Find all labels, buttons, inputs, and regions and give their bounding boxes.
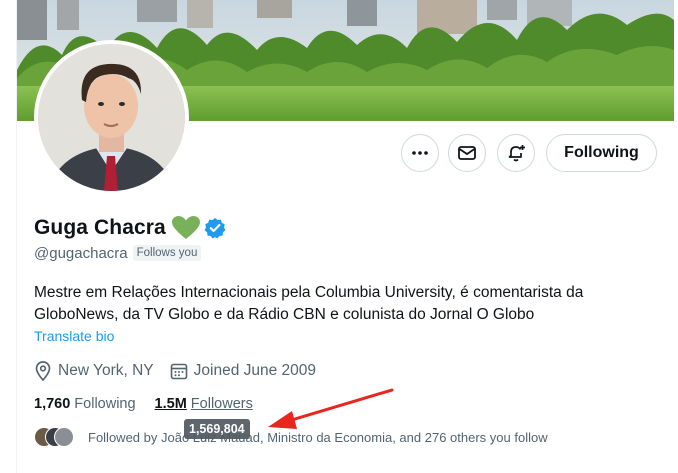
followers-count: 1.5M: [154, 396, 187, 412]
notifications-button[interactable]: [497, 134, 535, 172]
bio: Mestre em Relações Internacionais pela C…: [34, 284, 584, 323]
following-count-link[interactable]: 1,760 Following: [34, 396, 136, 412]
followers-count-link[interactable]: 1.5M Followers: [155, 396, 253, 412]
avatar[interactable]: [34, 40, 189, 195]
joined-text: Joined June 2009: [193, 362, 317, 379]
followers-tooltip: 1,569,804: [184, 419, 250, 439]
joined-date: Joined June 2009: [170, 362, 316, 380]
calendar-icon: [170, 363, 187, 380]
translate-bio-link[interactable]: Translate bio: [34, 328, 114, 344]
handle-row: @gugachacra Follows you: [34, 243, 202, 263]
left-gutter: [0, 0, 17, 473]
handle: @gugachacra: [34, 244, 128, 262]
followers-label: Followers: [190, 396, 253, 412]
follow-counts: 1,760 Following 1.5M Followers: [34, 396, 253, 412]
more-button[interactable]: [401, 134, 439, 172]
following-count: 1,760: [34, 396, 71, 412]
more-icon: [412, 151, 428, 155]
profile-page: Following Guga Chacra @gugachacra Follow…: [0, 0, 678, 473]
location: New York, NY: [34, 361, 154, 381]
profile-meta: New York, NY Joined June 2009: [34, 360, 332, 382]
green-heart-icon: [171, 216, 200, 239]
name-row: Guga Chacra: [34, 214, 226, 242]
followers-you-know-avatars: [34, 427, 78, 447]
following-label: Following: [74, 396, 136, 412]
mail-icon: [458, 146, 476, 160]
avatar-photo: [38, 44, 185, 191]
mini-avatar: [54, 427, 74, 447]
location-text: New York, NY: [58, 362, 154, 379]
verified-badge-icon[interactable]: [204, 217, 226, 239]
followed-by[interactable]: Followed by João Luiz Mauad, Ministro da…: [34, 427, 548, 447]
message-button[interactable]: [448, 134, 486, 172]
location-pin-icon: [35, 361, 51, 381]
following-button[interactable]: Following: [546, 134, 657, 172]
followed-by-text: Followed by João Luiz Mauad, Ministro da…: [88, 429, 548, 445]
bell-plus-icon: [508, 145, 525, 162]
follows-you-badge: Follows you: [132, 245, 202, 261]
display-name: Guga Chacra: [34, 216, 166, 239]
